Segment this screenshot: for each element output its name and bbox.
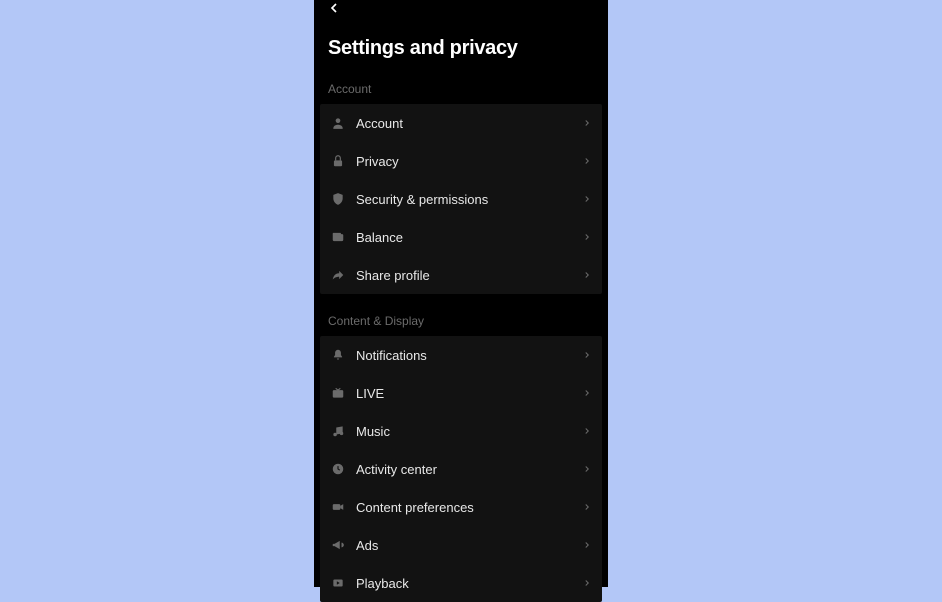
play-icon (330, 575, 346, 591)
settings-item-playback[interactable]: Playback (320, 564, 602, 602)
settings-item-account[interactable]: Account (320, 104, 602, 142)
section-label-account: Account (314, 72, 608, 104)
chevron-right-icon (582, 426, 592, 436)
chevron-right-icon (582, 270, 592, 280)
section-label-content-display: Content & Display (314, 304, 608, 336)
settings-item-share-profile[interactable]: Share profile (320, 256, 602, 294)
settings-item-privacy[interactable]: Privacy (320, 142, 602, 180)
live-icon (330, 385, 346, 401)
header (314, 0, 608, 27)
chevron-right-icon (582, 388, 592, 398)
settings-item-content-preferences[interactable]: Content preferences (320, 488, 602, 526)
item-label: Activity center (356, 462, 582, 477)
item-label: LIVE (356, 386, 582, 401)
item-label: Balance (356, 230, 582, 245)
chevron-right-icon (582, 350, 592, 360)
item-label: Privacy (356, 154, 582, 169)
shield-icon (330, 191, 346, 207)
clock-icon (330, 461, 346, 477)
item-label: Ads (356, 538, 582, 553)
section-group-content-display: Notifications LIVE Music (320, 336, 602, 602)
settings-item-security[interactable]: Security & permissions (320, 180, 602, 218)
chevron-right-icon (582, 118, 592, 128)
item-label: Notifications (356, 348, 582, 363)
section-group-account: Account Privacy Security & permissions (320, 104, 602, 294)
lock-icon (330, 153, 346, 169)
chevron-right-icon (582, 232, 592, 242)
music-icon (330, 423, 346, 439)
settings-item-activity-center[interactable]: Activity center (320, 450, 602, 488)
wallet-icon (330, 229, 346, 245)
settings-item-music[interactable]: Music (320, 412, 602, 450)
video-icon (330, 499, 346, 515)
chevron-right-icon (582, 194, 592, 204)
settings-item-ads[interactable]: Ads (320, 526, 602, 564)
settings-screen: Settings and privacy Account Account Pri… (314, 0, 608, 587)
settings-item-balance[interactable]: Balance (320, 218, 602, 256)
item-label: Account (356, 116, 582, 131)
back-button[interactable] (326, 0, 342, 21)
bell-icon (330, 347, 346, 363)
item-label: Playback (356, 576, 582, 591)
person-icon (330, 115, 346, 131)
chevron-right-icon (582, 464, 592, 474)
chevron-right-icon (582, 540, 592, 550)
chevron-right-icon (582, 502, 592, 512)
chevron-right-icon (582, 156, 592, 166)
megaphone-icon (330, 537, 346, 553)
page-title: Settings and privacy (314, 27, 608, 72)
item-label: Share profile (356, 268, 582, 283)
settings-item-notifications[interactable]: Notifications (320, 336, 602, 374)
item-label: Security & permissions (356, 192, 582, 207)
item-label: Music (356, 424, 582, 439)
settings-item-live[interactable]: LIVE (320, 374, 602, 412)
item-label: Content preferences (356, 500, 582, 515)
share-icon (330, 267, 346, 283)
